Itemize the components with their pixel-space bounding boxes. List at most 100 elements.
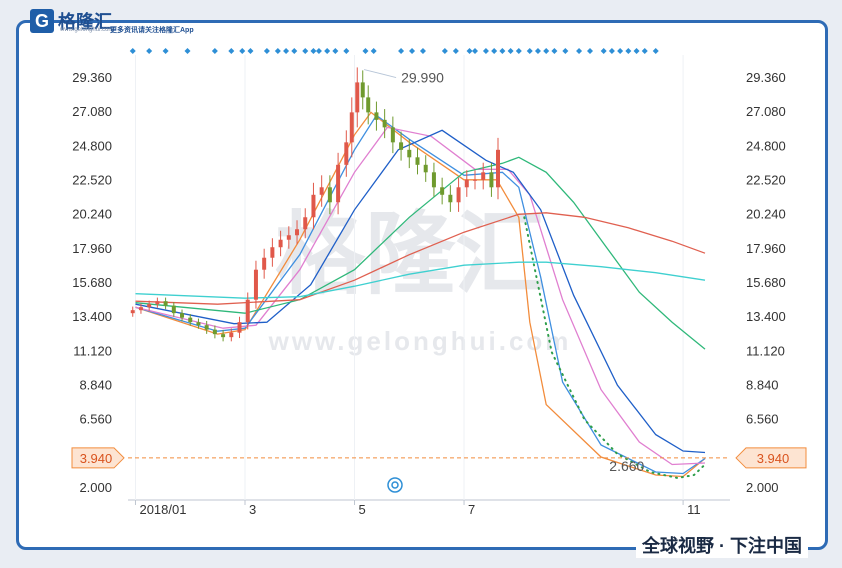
candle-body xyxy=(319,187,324,195)
event-marker-icon xyxy=(146,48,153,54)
candle xyxy=(481,162,486,190)
candle-body xyxy=(355,82,360,113)
candle xyxy=(496,137,500,200)
candle xyxy=(399,131,404,161)
candle xyxy=(319,175,324,207)
candle-body xyxy=(390,127,395,143)
event-marker-icon xyxy=(302,48,309,54)
candle xyxy=(262,248,267,279)
candle xyxy=(155,297,160,308)
candle-body xyxy=(270,247,275,258)
at-icon[interactable] xyxy=(387,477,403,493)
event-marker-icon xyxy=(472,48,478,54)
candle xyxy=(473,170,477,190)
candle-body xyxy=(295,229,300,236)
candle xyxy=(374,101,379,131)
event-marker-icon xyxy=(310,48,317,54)
y-tick-right: 15.680 xyxy=(746,275,786,290)
candle-body xyxy=(374,112,379,120)
y-tick-left: 8.840 xyxy=(79,378,112,393)
event-marker-icon xyxy=(370,48,377,54)
y-tick-right: 13.400 xyxy=(746,309,786,324)
candle-body xyxy=(399,142,404,150)
candle-body xyxy=(366,97,371,113)
event-marker-icon xyxy=(551,48,558,54)
candle-body xyxy=(147,304,152,308)
event-marker-icon xyxy=(362,48,369,54)
candle-body xyxy=(349,112,354,143)
candle xyxy=(415,147,420,175)
candle xyxy=(464,170,469,197)
candle xyxy=(360,70,365,110)
candle xyxy=(270,238,275,267)
candle-body xyxy=(382,119,387,128)
event-marker-icon xyxy=(419,48,426,54)
event-marker-icon xyxy=(129,48,136,54)
event-marker-icon xyxy=(600,48,607,54)
event-marker-icon xyxy=(482,48,489,54)
x-tick-label: 2018/01 xyxy=(139,502,186,517)
price-chart: 格隆汇 www.gelonghui.com 29.36027.08024.800… xyxy=(71,48,807,517)
candle xyxy=(423,155,428,182)
y-tick-right: 22.520 xyxy=(746,173,786,188)
x-tick-label: 7 xyxy=(468,502,475,517)
event-marker-icon xyxy=(441,48,448,54)
candle xyxy=(355,67,360,128)
candle-body xyxy=(407,149,412,158)
x-tick-label: 5 xyxy=(359,502,366,517)
candle-body xyxy=(311,194,316,218)
event-marker-icon xyxy=(162,48,169,54)
candle-body xyxy=(286,235,291,240)
x-axis: 2018/01 3 5 7 11 xyxy=(134,500,701,517)
x-tick-label: 3 xyxy=(249,502,256,517)
candle-body xyxy=(489,172,494,188)
event-marker-icon xyxy=(283,48,290,54)
event-marker-icon xyxy=(239,48,246,54)
y-tick-right: 17.960 xyxy=(746,241,786,256)
high-price-label: 29.990 xyxy=(401,70,444,86)
y-tick-right: 6.560 xyxy=(746,412,779,427)
y-tick-left: 24.800 xyxy=(72,138,112,153)
event-marker-icon xyxy=(587,48,593,54)
y-tick-left: 2.000 xyxy=(79,480,112,495)
candle xyxy=(171,302,176,317)
candle-body xyxy=(188,317,193,323)
candle-body xyxy=(464,179,469,188)
y-tick-right: 8.840 xyxy=(746,378,779,393)
event-marker-icon xyxy=(534,48,541,54)
candle-body xyxy=(262,257,267,270)
candle xyxy=(390,116,395,154)
candle-body xyxy=(360,82,365,98)
candle-body xyxy=(448,194,453,203)
candle xyxy=(440,177,445,205)
last-price-label-left: 3.940 xyxy=(80,451,113,466)
candle xyxy=(431,162,436,197)
candle-body xyxy=(473,179,477,181)
y-tick-right: 27.080 xyxy=(746,104,786,119)
candle xyxy=(163,297,168,310)
event-marker-icon xyxy=(247,48,254,54)
event-marker-icon xyxy=(608,48,615,54)
candle-body xyxy=(196,322,201,326)
candle xyxy=(237,316,242,339)
x-tick-label: 11 xyxy=(687,502,701,517)
candle-body xyxy=(180,313,185,318)
candle-body xyxy=(130,310,135,314)
event-marker-icon xyxy=(324,48,331,54)
candle-body xyxy=(456,187,461,203)
y-tick-left: 27.080 xyxy=(72,104,112,119)
high-leader-line xyxy=(363,69,397,79)
candle-body xyxy=(423,164,428,173)
event-marker-icon xyxy=(526,48,533,54)
y-tick-left: 29.360 xyxy=(72,70,112,85)
event-marker-icon xyxy=(652,48,659,54)
candle-body xyxy=(155,301,160,305)
candle xyxy=(180,309,185,322)
y-tick-right: 20.240 xyxy=(746,207,786,222)
candle-body xyxy=(336,164,341,203)
candle-body xyxy=(440,187,445,195)
candle xyxy=(349,97,354,158)
event-marker-icon xyxy=(263,48,270,54)
candle-body xyxy=(327,187,332,203)
event-marker-icon xyxy=(562,48,569,54)
